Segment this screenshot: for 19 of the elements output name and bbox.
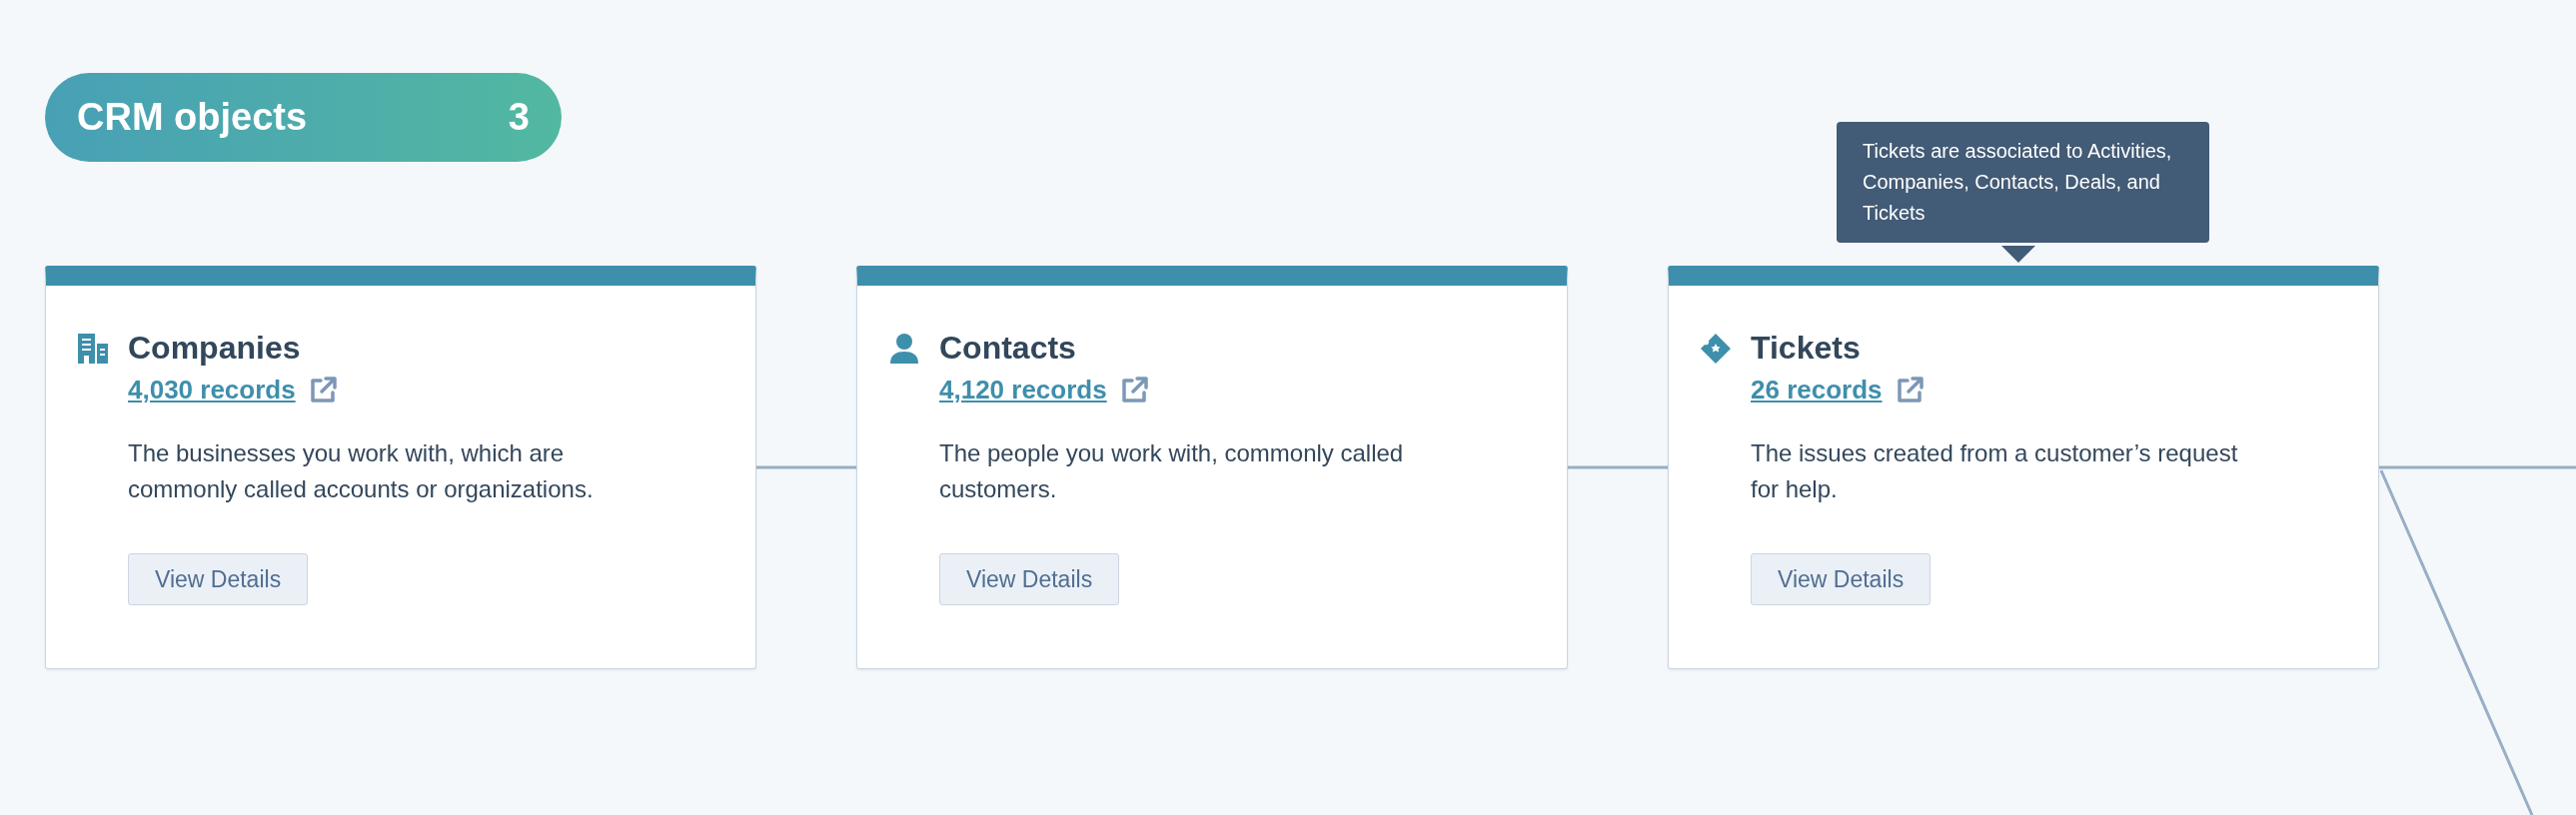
badge-count: 3 [508, 96, 530, 139]
card-description: The businesses you work with, which are commonly called accounts or organizations. [128, 438, 595, 504]
card-title: Contacts [939, 330, 1076, 367]
records-link[interactable]: 26 records [1751, 375, 1883, 406]
card-title: Tickets [1751, 330, 1861, 367]
card-title: Companies [128, 330, 301, 367]
view-details-button[interactable]: View Details [1751, 553, 1932, 605]
ticket-icon [1699, 331, 1733, 366]
person-icon [887, 331, 921, 366]
view-details-button[interactable]: View Details [939, 553, 1120, 605]
records-link[interactable]: 4,120 records [939, 375, 1107, 406]
tooltip-pointer-icon [2001, 246, 2035, 263]
tooltip: Tickets are associated to Activities, Companies, Contacts, Deals, and Tickets [1837, 122, 2209, 243]
card-description: The issues created from a customer’s request for help. [1751, 438, 2239, 504]
records-link[interactable]: 4,030 records [128, 375, 296, 406]
building-icon [76, 331, 110, 366]
card-description: The people you work with, commonly called customers. [939, 438, 1405, 504]
view-details-button[interactable]: View Details [128, 553, 309, 605]
badge-label: CRM objects [77, 96, 308, 139]
